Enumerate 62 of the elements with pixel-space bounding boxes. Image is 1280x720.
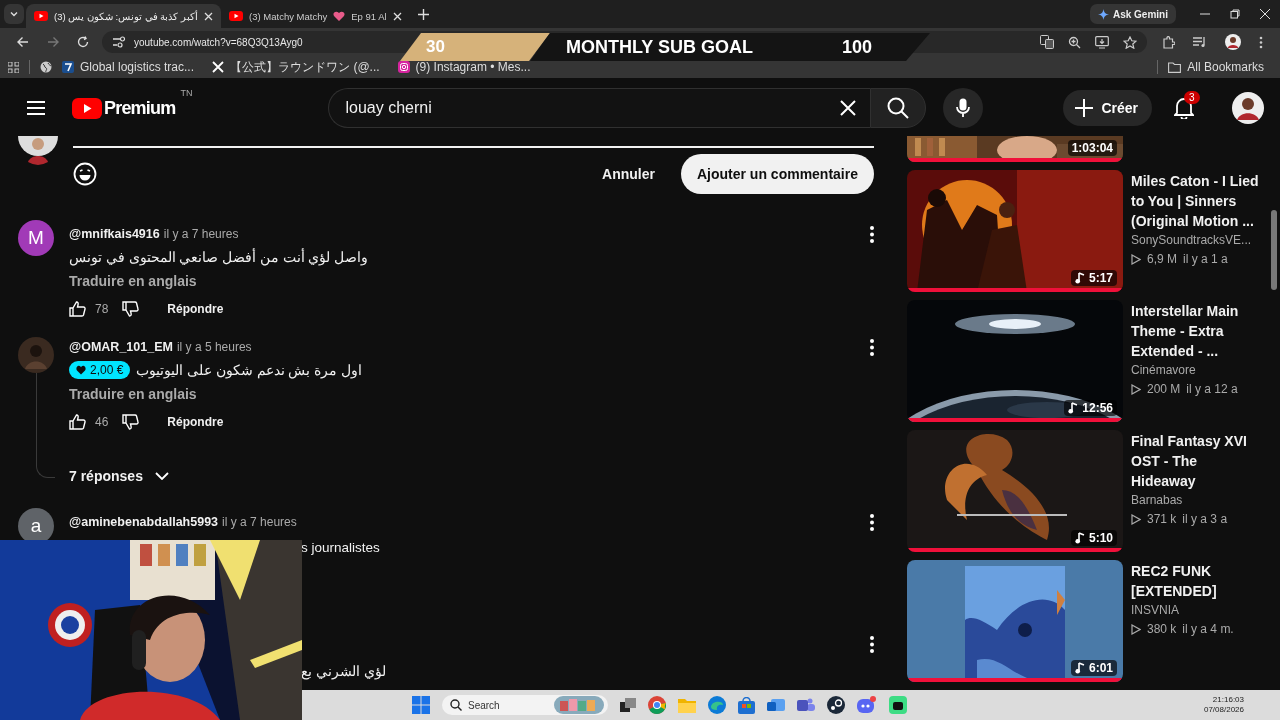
duration-badge: 12:56 [1064,400,1117,416]
tab-title: (3) أكبر كذبة في تونس: شكون يس [54,10,199,22]
super-thanks-badge: 2,00 € [69,361,131,379]
clock-time[interactable]: 21:16:03 [1212,695,1244,705]
channel-name[interactable]: INSVNIA [1131,603,1263,617]
comment-time[interactable]: il y a 7 heures [163,227,239,241]
comment-text: اول مرة بش ندعم شكون على اليوتيوب [136,362,362,378]
comment-text: s journalistes [301,539,380,555]
upload-age: il y a 12 a [1186,382,1238,396]
all-bookmarks-button[interactable]: All Bookmarks [1168,59,1264,75]
like-count: 78 [95,302,109,316]
view-count: 200 M [1147,382,1181,396]
duration-badge: 5:10 [1070,530,1117,546]
comment-text: لؤي الشرني بع [301,663,386,679]
comment-time[interactable]: il y a 7 heures [222,515,297,529]
duration-badge: 5:17 [1070,270,1117,286]
view-count: 371 k [1147,512,1177,526]
ask-gemini-button[interactable]: Ask Gemini [1089,4,1176,24]
reply-button[interactable]: Répondre [159,411,232,433]
translate-link[interactable]: Traduire en anglais [69,386,197,402]
bookmark-item[interactable]: (9) Instagram • Mes... [397,59,531,75]
cancel-button[interactable]: Annuler [590,156,667,192]
premium-logo-text[interactable]: Premium [104,97,176,119]
taskbar-search-field[interactable]: Search [442,695,608,715]
tab-title: Ep 91 Al [351,10,387,22]
like-count: 46 [95,415,109,429]
sub-goal-banner: MONTHLY SUB GOAL 100 [530,33,930,61]
url-text: youtube.com/watch?v=68Q3Q13Ayg0 [134,36,303,48]
comment-author[interactable]: @mnifkais4916 [69,227,160,241]
duration-badge: 1:03:04 [1067,140,1117,156]
avatar-letter[interactable]: M [18,220,54,256]
comment-time[interactable]: il y a 5 heures [176,340,252,354]
reply-button[interactable]: Répondre [159,298,232,320]
channel-name[interactable]: Barnabas [1131,493,1263,507]
comment-author[interactable]: @OMAR_101_EM [69,340,173,354]
browser-tab[interactable]: (3) Matchy Matchy Ep 91 Al [221,4,410,28]
duration-badge: 6:01 [1070,660,1117,676]
comment-text: واصل لؤي أنت من أفضل صانعي المحتوى في تونس [69,249,368,265]
upload-age: il y a 3 a [1182,512,1228,526]
replies-toggle[interactable]: 7 réponses [69,464,169,488]
upload-age: il y a 1 a [1183,252,1228,266]
search-query-input[interactable]: louay cherni [328,88,871,128]
country-code: TN [180,87,193,98]
video-title[interactable]: Final Fantasy XVI OST - The Hideaway [1131,431,1263,491]
upload-age: il y a 4 m. [1182,622,1234,636]
channel-name[interactable]: Cinémavore [1131,363,1263,377]
notification-badge: 3 [1184,91,1200,104]
video-title[interactable]: Miles Caton - I Lied to You | Sinners (Original Motion ... [1131,171,1263,231]
video-title[interactable]: REC2 FUNK [EXTENDED] [1131,561,1263,601]
create-button[interactable]: Créer [1063,90,1152,126]
video-title[interactable]: Interstellar Main Theme - Extra Extended - ... [1131,301,1263,361]
clock-date[interactable]: 07/08/2026 [1203,705,1244,715]
view-count: 6,9 M [1147,252,1177,266]
bookmark-item[interactable]: Global logistics trac... [62,59,195,75]
tab-title: (3) Matchy Matchy [249,10,328,22]
comment-author[interactable]: @aminebenabdallah5993 [69,515,219,529]
add-comment-button[interactable]: Ajouter un commentaire [680,154,874,194]
view-count: 380 k [1147,622,1177,636]
translate-link[interactable]: Traduire en anglais [69,273,197,289]
bookmark-item[interactable]: 【公式】ラウンドワン (@... [212,59,380,75]
browser-tab[interactable]: (3) أكبر كذبة في تونس: شكون يس [26,4,222,28]
channel-name[interactable]: SonySoundtracksVE... [1131,233,1263,247]
